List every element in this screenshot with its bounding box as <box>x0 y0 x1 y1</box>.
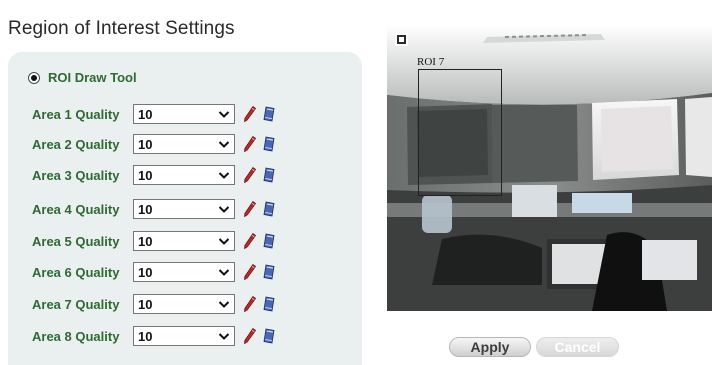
chevron-down-icon <box>218 333 230 340</box>
roi-region-box[interactable] <box>418 69 502 196</box>
eraser-icon[interactable] <box>261 166 277 184</box>
area-quality-value: 10 <box>138 201 153 217</box>
area-row-7: Area 7 Quality 10 <box>32 293 277 315</box>
eraser-icon[interactable] <box>261 295 277 313</box>
area-row-3: Area 3 Quality 10 <box>32 164 277 186</box>
pencil-icon[interactable] <box>243 135 257 153</box>
area-row-1: Area 1 Quality 10 <box>32 103 277 125</box>
page-title: Region of Interest Settings <box>8 18 235 39</box>
eraser-icon[interactable] <box>261 327 277 345</box>
area-quality-label: Area 3 Quality <box>32 167 120 183</box>
area-quality-value: 10 <box>138 106 153 122</box>
area-quality-label: Area 2 Quality <box>32 136 120 152</box>
area-quality-label: Area 8 Quality <box>32 328 120 344</box>
area-row-6: Area 6 Quality 10 <box>32 261 277 283</box>
area-quality-select[interactable]: 10 <box>133 134 235 154</box>
area-quality-select[interactable]: 10 <box>133 231 235 251</box>
area-quality-select[interactable]: 10 <box>133 199 235 219</box>
area-quality-label: Area 5 Quality <box>32 233 120 249</box>
pencil-icon[interactable] <box>243 200 257 218</box>
area-quality-value: 10 <box>138 233 153 249</box>
area-quality-value: 10 <box>138 328 153 344</box>
apply-button[interactable]: Apply <box>449 337 531 357</box>
area-quality-label: Area 1 Quality <box>32 106 120 122</box>
chevron-down-icon <box>218 238 230 245</box>
pencil-icon[interactable] <box>243 232 257 250</box>
area-row-8: Area 8 Quality 10 <box>32 325 277 347</box>
area-quality-label: Area 4 Quality <box>32 201 120 217</box>
roi-draw-tool-label: ROI Draw Tool <box>48 70 137 85</box>
area-quality-select[interactable]: 10 <box>133 165 235 185</box>
chevron-down-icon <box>218 206 230 213</box>
camera-preview[interactable]: ROI 7 <box>387 25 712 311</box>
eraser-icon[interactable] <box>261 200 277 218</box>
area-quality-label: Area 6 Quality <box>32 264 120 280</box>
area-quality-value: 10 <box>138 264 153 280</box>
pencil-icon[interactable] <box>243 327 257 345</box>
radio-selected-dot <box>31 74 37 81</box>
roi-draw-tool-radio[interactable] <box>28 71 40 84</box>
chevron-down-icon <box>218 301 230 308</box>
eraser-icon[interactable] <box>261 105 277 123</box>
chevron-down-icon <box>218 111 230 118</box>
pencil-icon[interactable] <box>243 295 257 313</box>
area-row-4: Area 4 Quality 10 <box>32 198 277 220</box>
area-quality-value: 10 <box>138 296 153 312</box>
chevron-down-icon <box>218 141 230 148</box>
cancel-button[interactable]: Cancel <box>536 337 619 357</box>
eraser-icon[interactable] <box>261 263 277 281</box>
chevron-down-icon <box>218 172 230 179</box>
chevron-down-icon <box>218 269 230 276</box>
area-quality-select[interactable]: 10 <box>133 294 235 314</box>
roi-toggle-icon[interactable] <box>395 33 408 46</box>
eraser-icon[interactable] <box>261 135 277 153</box>
eraser-icon[interactable] <box>261 232 277 250</box>
pencil-icon[interactable] <box>243 105 257 123</box>
pencil-icon[interactable] <box>243 166 257 184</box>
area-quality-select[interactable]: 10 <box>133 104 235 124</box>
area-quality-value: 10 <box>138 167 153 183</box>
roi-draw-tool-option[interactable]: ROI Draw Tool <box>28 70 137 85</box>
roi-label: ROI 7 <box>417 56 445 68</box>
pencil-icon[interactable] <box>243 263 257 281</box>
area-quality-select[interactable]: 10 <box>133 262 235 282</box>
area-row-2: Area 2 Quality 10 <box>32 133 277 155</box>
area-quality-select[interactable]: 10 <box>133 326 235 346</box>
area-quality-label: Area 7 Quality <box>32 296 120 312</box>
area-quality-value: 10 <box>138 136 153 152</box>
area-row-5: Area 5 Quality 10 <box>32 230 277 252</box>
